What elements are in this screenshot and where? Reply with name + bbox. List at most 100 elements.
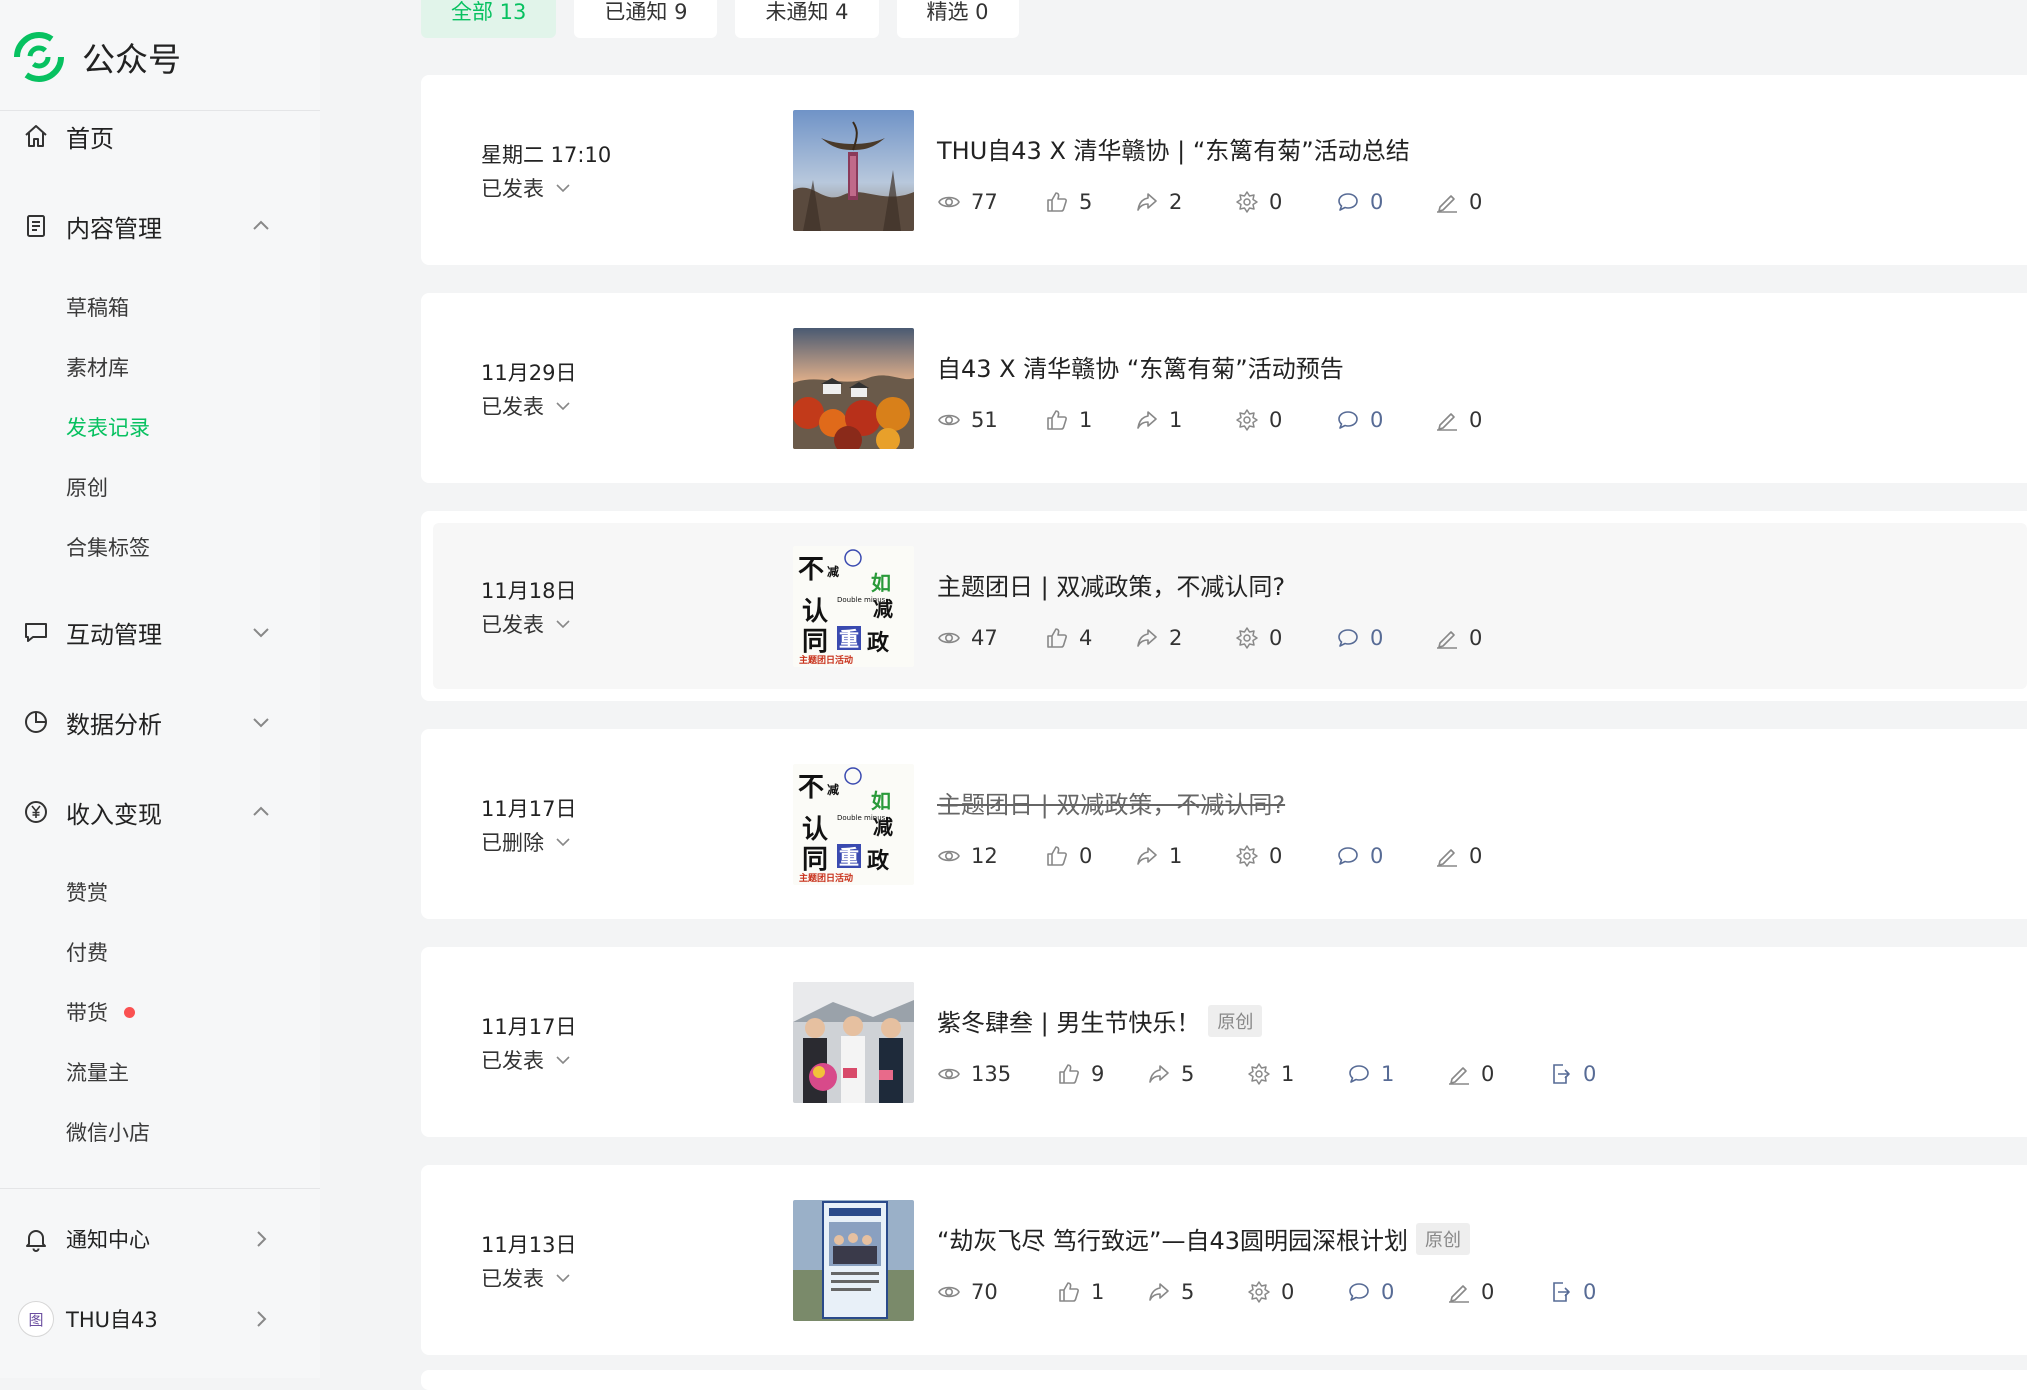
article-title[interactable]: 主题团日 | 双减政策，不减认同?	[937, 785, 1285, 820]
filter-tabs: 全部 13 已通知 9 未通知 4 精选 0	[421, 0, 1019, 38]
article-card[interactable]: 星期二 17:10 已发表 THU自43 X 清华赣协 | “东篱有菊”活动总结…	[421, 75, 2027, 265]
home-icon	[25, 125, 47, 147]
eye-icon	[938, 850, 960, 862]
stat-reposts[interactable]: 0	[1549, 1277, 1596, 1307]
sidebar-item-label: 内容管理	[66, 214, 162, 243]
article-title[interactable]: 自43 X 清华赣协 “东篱有菊”活动预告	[937, 349, 1344, 384]
article-thumbnail[interactable]	[793, 328, 914, 449]
tab-notified[interactable]: 已通知 9	[574, 0, 718, 38]
eye-icon	[938, 1068, 960, 1080]
article-title[interactable]: 紫冬肆叁 | 男生节快乐！ 原创	[937, 1003, 1263, 1038]
wow-flower-icon	[1236, 845, 1258, 867]
article-thumbnail[interactable]: 不减如减 Double minus 认同重政主题团日活动	[793, 546, 914, 667]
stat-views-value: 77	[971, 190, 998, 214]
stat-likes-value: 1	[1079, 408, 1093, 432]
sidebar-subitem-publish-records[interactable]: 发表记录	[66, 407, 150, 447]
sidebar-item-content-management[interactable]: 内容管理	[0, 196, 320, 256]
brand[interactable]: 公众号	[14, 32, 181, 82]
sidebar-item-notifications[interactable]: 通知中心	[0, 1209, 320, 1269]
status-dropdown[interactable]: 已发表	[481, 391, 572, 421]
poster-char: 重	[839, 627, 859, 651]
sidebar-subitem-collection-tags[interactable]: 合集标签	[66, 527, 150, 567]
sidebar-subitem-ad-host[interactable]: 流量主	[66, 1052, 129, 1092]
sidebar-subitem-rewards[interactable]: 赞赏	[66, 872, 108, 912]
poster-footer: 主题团日活动	[799, 872, 853, 884]
article-card[interactable]: 11月29日 已发表 自43 X 清华赣协 “东篱有菊”活动预告 51 1 1 0 0 0	[421, 293, 2027, 483]
stat-comments[interactable]: 0	[1336, 841, 1383, 871]
status-dropdown[interactable]: 已发表	[481, 173, 572, 203]
article-title-text: THU自43 X 清华赣协 | “东篱有菊”活动总结	[937, 137, 1410, 165]
article-card[interactable]: 11月18日 已发表 不减如减 Double minus 认同重政主题团日活动 主题…	[421, 511, 2027, 701]
chevron-down-icon	[556, 402, 570, 411]
status-dropdown[interactable]: 已删除	[481, 827, 572, 857]
sidebar-divider	[0, 1188, 320, 1189]
stat-wow: 0	[1235, 623, 1282, 653]
tab-featured[interactable]: 精选 0	[896, 0, 1019, 38]
stat-comments[interactable]: 1	[1347, 1059, 1394, 1089]
stat-notes: 0	[1435, 405, 1482, 435]
chevron-down-icon	[556, 1274, 570, 1283]
chevron-down-icon	[556, 620, 570, 629]
stat-wow: 0	[1235, 841, 1282, 871]
status-label: 已删除	[481, 831, 544, 855]
sidebar-item-analytics[interactable]: 数据分析	[0, 692, 320, 752]
sidebar-item-label: 首页	[66, 124, 114, 153]
tab-not-notified[interactable]: 未通知 4	[735, 0, 879, 38]
stat-comments[interactable]: 0	[1347, 1277, 1394, 1307]
pen-icon	[1449, 1067, 1469, 1085]
sidebar-item-interaction[interactable]: 互动管理	[0, 602, 320, 662]
status-label: 已发表	[481, 177, 544, 201]
stat-shares-value: 5	[1181, 1280, 1195, 1304]
article-card[interactable]: 11月13日 已发表 “劫灰飞尽 笃行致远”—自43圆明园深根计划 原创 70 1…	[421, 1165, 2027, 1355]
status-dropdown[interactable]: 已发表	[481, 609, 572, 639]
group-photo	[793, 982, 914, 1103]
stat-notes: 0	[1435, 841, 1482, 871]
sidebar-item-home[interactable]: 首页	[0, 106, 320, 166]
article-thumbnail[interactable]	[793, 982, 914, 1103]
stat-wow-value: 0	[1269, 844, 1283, 868]
stat-notes: 0	[1447, 1059, 1494, 1089]
sidebar-subitem-drafts[interactable]: 草稿箱	[66, 287, 129, 327]
comment-bubble-icon	[1349, 1283, 1369, 1301]
sidebar-subitem-wechat-store[interactable]: 微信小店	[66, 1112, 150, 1152]
chevron-right-icon	[257, 1231, 267, 1247]
stat-comments[interactable]: 0	[1336, 187, 1383, 217]
article-thumbnail[interactable]	[793, 110, 914, 231]
comment-bubble-icon	[1338, 629, 1358, 647]
article-card[interactable]	[421, 1370, 2027, 1390]
stat-comments[interactable]: 0	[1336, 623, 1383, 653]
stat-likes: 0	[1045, 841, 1092, 871]
status-dropdown[interactable]: 已发表	[481, 1045, 572, 1075]
chevron-down-icon	[253, 718, 269, 728]
sidebar-subitem-materials[interactable]: 素材库	[66, 347, 129, 387]
sidebar-item-account[interactable]: 图 THU自43	[0, 1289, 320, 1349]
eye-icon	[938, 196, 960, 208]
stat-reposts-value: 0	[1583, 1062, 1597, 1086]
article-card[interactable]: 11月17日 已发表 紫冬肆叁 | 男生节快乐！ 原创 135 9 5 1 1 0 0	[421, 947, 2027, 1137]
chevron-up-icon	[253, 220, 269, 230]
sidebar-subitem-commerce[interactable]: 带货	[66, 992, 135, 1032]
stat-views: 12	[937, 841, 998, 871]
sidebar-item-monetization[interactable]: 收入变现	[0, 782, 320, 842]
stat-views: 77	[937, 187, 998, 217]
article-card[interactable]: 11月17日 已删除 不减如减 Double minus 认同重政主题团日活动 主题…	[421, 729, 2027, 919]
share-icon	[1137, 629, 1157, 647]
stat-shares-value: 2	[1169, 626, 1183, 650]
tab-all[interactable]: 全部 13	[421, 0, 557, 38]
stat-comments[interactable]: 0	[1336, 405, 1383, 435]
lantern-photo	[793, 110, 914, 231]
pen-icon	[1437, 413, 1457, 431]
article-title[interactable]: 主题团日 | 双减政策，不减认同?	[937, 567, 1285, 602]
poster-char: 减	[827, 564, 839, 579]
stat-reposts[interactable]: 0	[1549, 1059, 1596, 1089]
thumbs-up-icon	[1047, 846, 1067, 866]
status-dropdown[interactable]: 已发表	[481, 1263, 572, 1293]
sidebar-subitem-paid[interactable]: 付费	[66, 932, 108, 972]
wow-flower-icon	[1236, 627, 1258, 649]
article-title[interactable]: THU自43 X 清华赣协 | “东篱有菊”活动总结	[937, 131, 1410, 166]
article-title[interactable]: “劫灰飞尽 笃行致远”—自43圆明园深根计划 原创	[937, 1221, 1471, 1256]
article-title-text: 主题团日 | 双减政策，不减认同?	[937, 573, 1286, 601]
article-thumbnail[interactable]: 不减如减 Double minus 认同重政主题团日活动	[793, 764, 914, 885]
sidebar-subitem-original[interactable]: 原创	[66, 467, 108, 507]
article-thumbnail[interactable]	[793, 1200, 914, 1321]
